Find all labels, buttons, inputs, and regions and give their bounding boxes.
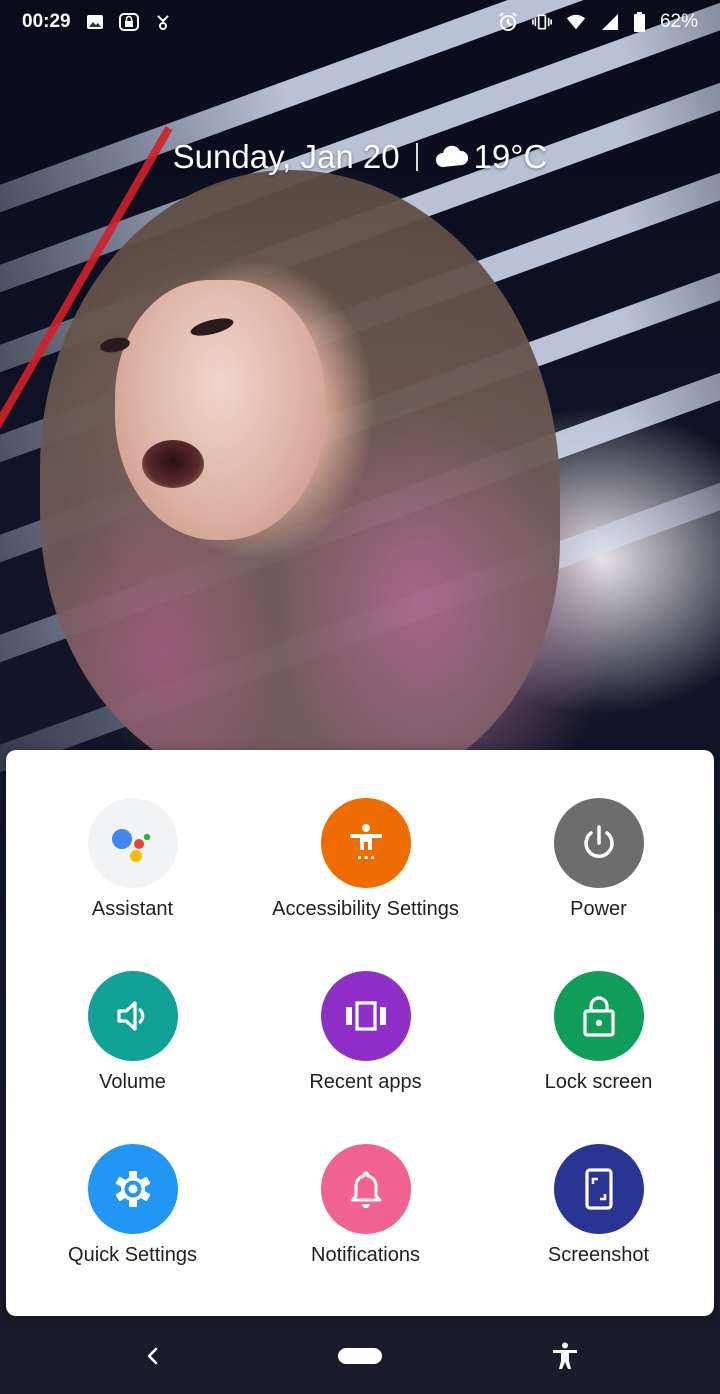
screenshot-icon xyxy=(553,1144,644,1234)
screenshot-label: Screenshot xyxy=(547,1244,650,1266)
accessibility-icon xyxy=(553,1342,577,1369)
accessibility-settings-label: Accessibility Settings xyxy=(272,898,459,920)
hotspot-icon xyxy=(153,12,173,32)
signal-icon xyxy=(600,12,620,32)
lock-screen-button[interactable]: Lock screen xyxy=(482,971,715,1144)
vibrate-icon xyxy=(531,12,552,32)
clock: 00:29 xyxy=(22,11,71,32)
quick-settings-button[interactable]: Quick Settings xyxy=(16,1144,249,1317)
navigation-bar xyxy=(0,1318,720,1394)
gallery-icon xyxy=(85,12,105,32)
volume-label: Volume xyxy=(99,1071,166,1093)
volume-icon xyxy=(87,971,178,1061)
recent-apps-label: Recent apps xyxy=(309,1071,422,1093)
power-label: Power xyxy=(570,898,627,920)
back-button[interactable] xyxy=(131,1334,175,1378)
accessibility-menu: Assistant Accessibility Settings Power V… xyxy=(6,750,714,1316)
quick-settings-label: Quick Settings xyxy=(68,1244,197,1266)
home-button[interactable] xyxy=(338,1348,382,1364)
power-button[interactable]: Power xyxy=(482,798,715,971)
assistant-icon xyxy=(87,798,178,888)
lock-icon xyxy=(553,971,644,1061)
gear-icon xyxy=(87,1144,178,1234)
power-icon xyxy=(553,798,644,888)
lock-screen-label: Lock screen xyxy=(544,1071,653,1093)
volume-button[interactable]: Volume xyxy=(16,971,249,1144)
screenshot-button[interactable]: Screenshot xyxy=(482,1144,715,1317)
battery-percentage: 62% xyxy=(659,11,698,32)
accessibility-icon xyxy=(320,798,411,888)
glance-divider xyxy=(415,143,418,171)
accessibility-shortcut-button[interactable] xyxy=(543,1334,587,1378)
temperature-label[interactable]: 19°C xyxy=(474,138,548,176)
assistant-label: Assistant xyxy=(91,898,174,920)
vpn-lock-icon xyxy=(118,12,139,32)
date-label[interactable]: Sunday, Jan 20 xyxy=(173,138,400,176)
cloud-icon xyxy=(435,145,468,167)
at-a-glance[interactable]: Sunday, Jan 20 19°C xyxy=(0,138,720,176)
back-icon xyxy=(147,1347,158,1365)
bell-icon xyxy=(320,1144,411,1234)
status-bar: 00:29 62% xyxy=(0,0,720,44)
wifi-icon xyxy=(566,12,586,32)
assistant-button[interactable]: Assistant xyxy=(16,798,249,971)
notifications-label: Notifications xyxy=(311,1244,420,1266)
recent-apps-button[interactable]: Recent apps xyxy=(249,971,482,1144)
battery-icon xyxy=(634,12,646,32)
accessibility-settings-button[interactable]: Accessibility Settings xyxy=(249,798,482,971)
alarm-icon xyxy=(498,12,518,32)
notifications-button[interactable]: Notifications xyxy=(249,1144,482,1317)
recent-apps-icon xyxy=(320,971,411,1061)
